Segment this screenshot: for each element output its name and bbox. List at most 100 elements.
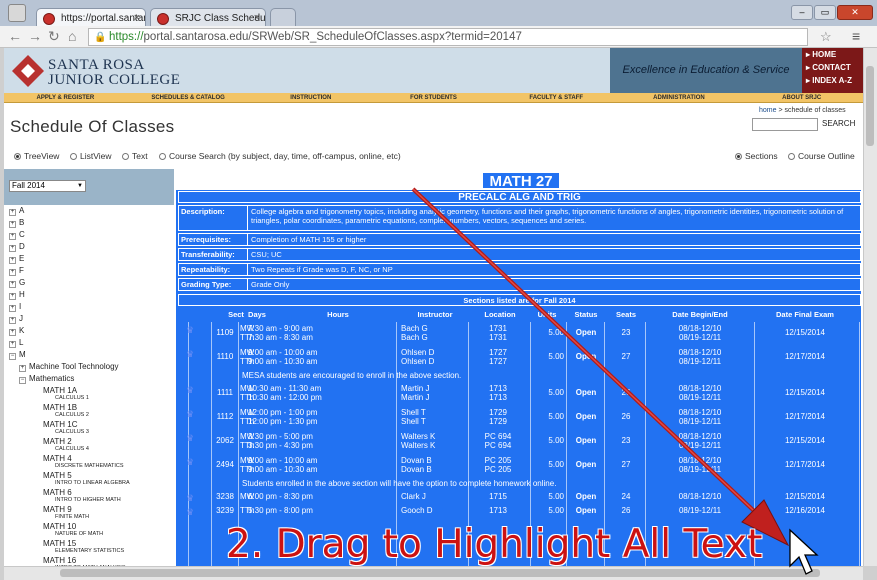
expand-icon[interactable]: + bbox=[9, 341, 16, 348]
quick-link-home[interactable]: ▸ HOME bbox=[802, 48, 863, 61]
tree-course[interactable]: MATH 2 bbox=[9, 436, 174, 446]
bookmark-icon[interactable]: ♛ bbox=[186, 457, 198, 467]
column-header[interactable]: Date Begin/End bbox=[646, 310, 754, 319]
column-header[interactable]: Date Final Exam bbox=[756, 310, 854, 319]
tree-letter[interactable]: + I bbox=[9, 301, 174, 313]
expand-icon[interactable]: + bbox=[9, 293, 16, 300]
expand-icon[interactable]: + bbox=[9, 281, 16, 288]
section-row[interactable]: ♛ 3238 MW 6:00 pm - 8:30 pm Clark J 1715 08/18… bbox=[176, 490, 861, 503]
tree-letter[interactable]: + K bbox=[9, 325, 174, 337]
bookmark-icon[interactable]: ♛ bbox=[186, 349, 198, 359]
breadcrumb-home[interactable]: home bbox=[759, 107, 777, 114]
collapse-icon[interactable]: − bbox=[9, 353, 16, 360]
expand-icon[interactable]: + bbox=[9, 221, 16, 228]
vertical-scroll-thumb[interactable] bbox=[866, 66, 874, 146]
display-course-outline[interactable]: Course Outline bbox=[788, 151, 855, 161]
bookmark-icon[interactable]: ♛ bbox=[186, 507, 198, 517]
section-row[interactable]: ♛ 1109 MW TTh 7:30 am - 9:00 am 7:30 am - 8:3… bbox=[176, 322, 861, 345]
nav-instruction[interactable]: INSTRUCTION bbox=[249, 93, 372, 102]
search-button[interactable]: SEARCH bbox=[822, 119, 855, 128]
brand-subtitle[interactable]: JUNIOR COLLEGE bbox=[48, 72, 180, 89]
tree-letter[interactable]: + L bbox=[9, 337, 174, 349]
new-tab-button[interactable] bbox=[270, 8, 296, 28]
bookmark-icon[interactable]: ♛ bbox=[186, 409, 198, 419]
tree-letter[interactable]: + D bbox=[9, 241, 174, 253]
search-input[interactable] bbox=[752, 118, 818, 131]
expand-icon[interactable]: + bbox=[9, 269, 16, 276]
tree-course[interactable]: MATH 16 bbox=[9, 555, 174, 565]
column-header[interactable]: Hours bbox=[276, 310, 400, 319]
bookmark-icon[interactable]: ♛ bbox=[186, 493, 198, 503]
expand-icon[interactable]: + bbox=[9, 257, 16, 264]
bookmark-star-icon[interactable]: ☆ bbox=[820, 29, 832, 45]
menu-icon[interactable]: ≡ bbox=[852, 28, 860, 44]
nav-faculty[interactable]: FACULTY & STAFF bbox=[495, 93, 618, 102]
home-icon[interactable]: ⌂ bbox=[68, 28, 76, 44]
quick-link-index[interactable]: ▸ INDEX A-Z bbox=[802, 74, 863, 87]
horizontal-scroll-thumb[interactable] bbox=[60, 569, 820, 577]
expand-icon[interactable]: + bbox=[9, 233, 16, 240]
tree-course[interactable]: MATH 5 bbox=[9, 470, 174, 480]
bookmark-icon[interactable]: ♛ bbox=[186, 385, 198, 395]
tree-course[interactable]: MATH 4 bbox=[9, 453, 174, 463]
collapse-icon[interactable]: − bbox=[19, 377, 26, 384]
column-header[interactable]: Location bbox=[472, 310, 528, 319]
tree-letter[interactable]: + F bbox=[9, 265, 174, 277]
nav-students[interactable]: FOR STUDENTS bbox=[372, 93, 495, 102]
tree-subject[interactable]: − Mathematics bbox=[9, 373, 174, 385]
tree-course[interactable]: MATH 10 bbox=[9, 521, 174, 531]
expand-icon[interactable]: + bbox=[9, 329, 16, 336]
tree-letter[interactable]: + C bbox=[9, 229, 174, 241]
expand-icon[interactable]: + bbox=[9, 317, 16, 324]
column-header[interactable]: Units bbox=[530, 310, 564, 319]
quick-link-contact[interactable]: ▸ CONTACT bbox=[802, 61, 863, 74]
tree-course[interactable]: MATH 1B bbox=[9, 402, 174, 412]
column-header[interactable]: Status bbox=[566, 310, 606, 319]
nav-schedules[interactable]: SCHEDULES & CATALOG bbox=[127, 93, 250, 102]
minimize-icon[interactable]: – bbox=[791, 5, 813, 20]
reload-icon[interactable]: ↻ bbox=[48, 28, 60, 44]
tree-letter[interactable]: + B bbox=[9, 217, 174, 229]
close-window-icon[interactable]: ✕ bbox=[837, 5, 873, 20]
close-tab-icon[interactable]: × bbox=[254, 12, 260, 24]
nav-about[interactable]: ABOUT SRJC bbox=[740, 93, 863, 102]
term-select[interactable]: Fall 2014 ▼ bbox=[9, 180, 86, 192]
tree-letter[interactable]: + A bbox=[9, 205, 174, 217]
expand-icon[interactable]: + bbox=[9, 305, 16, 312]
expand-icon[interactable]: + bbox=[19, 365, 26, 372]
tree-letter[interactable]: + J bbox=[9, 313, 174, 325]
view-listview[interactable]: ListView bbox=[70, 151, 112, 161]
column-header[interactable]: Seats bbox=[608, 310, 644, 319]
view-treeview[interactable]: TreeView bbox=[14, 151, 59, 161]
tab-class-scheduler[interactable]: SRJC Class Scheduler× bbox=[150, 8, 266, 28]
column-header[interactable]: Instructor bbox=[403, 310, 467, 319]
section-row[interactable]: ♛ 1110 MW TTh 9:00 am - 10:00 am 9:00 am - 10… bbox=[176, 346, 861, 369]
browser-app-icon[interactable] bbox=[8, 4, 26, 22]
view-course-search[interactable]: Course Search (by subject, day, time, of… bbox=[159, 151, 401, 161]
tab-portal[interactable]: https://portal.santarosa.e× bbox=[36, 8, 146, 28]
bookmark-icon[interactable]: ♛ bbox=[186, 433, 198, 443]
nav-administration[interactable]: ADMINISTRATION bbox=[618, 93, 741, 102]
tree-letter[interactable]: + E bbox=[9, 253, 174, 265]
maximize-icon[interactable]: ▭ bbox=[814, 5, 836, 20]
close-tab-icon[interactable]: × bbox=[134, 12, 140, 24]
tree-course[interactable]: MATH 1C bbox=[9, 419, 174, 429]
section-row[interactable]: ♛ 2062 MW TTh 3:30 pm - 5:00 pm 3:30 pm - 4:3… bbox=[176, 430, 861, 453]
address-bar[interactable]: 🔒 https://portal.santarosa.edu/SRWeb/SR_S… bbox=[88, 28, 808, 46]
tree-subject[interactable]: + Machine Tool Technology bbox=[9, 361, 174, 373]
forward-arrow-icon[interactable]: → bbox=[28, 28, 42, 44]
view-text[interactable]: Text bbox=[122, 151, 148, 161]
column-header[interactable]: Days bbox=[238, 310, 276, 319]
expand-icon[interactable]: + bbox=[9, 209, 16, 216]
back-arrow-icon[interactable]: ← bbox=[8, 28, 22, 44]
tree-course[interactable]: MATH 1A bbox=[9, 385, 174, 395]
display-sections[interactable]: Sections bbox=[735, 151, 778, 161]
tree-letter[interactable]: − M bbox=[9, 349, 174, 361]
tree-course[interactable]: MATH 15 bbox=[9, 538, 174, 548]
bookmark-icon[interactable]: ♛ bbox=[186, 325, 198, 335]
expand-icon[interactable]: + bbox=[9, 245, 16, 252]
tree-letter[interactable]: + G bbox=[9, 277, 174, 289]
tree-letter[interactable]: + H bbox=[9, 289, 174, 301]
section-row[interactable]: ♛ 1112 MW TTh 12:00 pm - 1:00 pm 12:00 pm - 1… bbox=[176, 406, 861, 429]
section-row[interactable]: ♛ 2494 MW TTh 9:00 am - 10:00 am 9:00 am - 10… bbox=[176, 454, 861, 477]
